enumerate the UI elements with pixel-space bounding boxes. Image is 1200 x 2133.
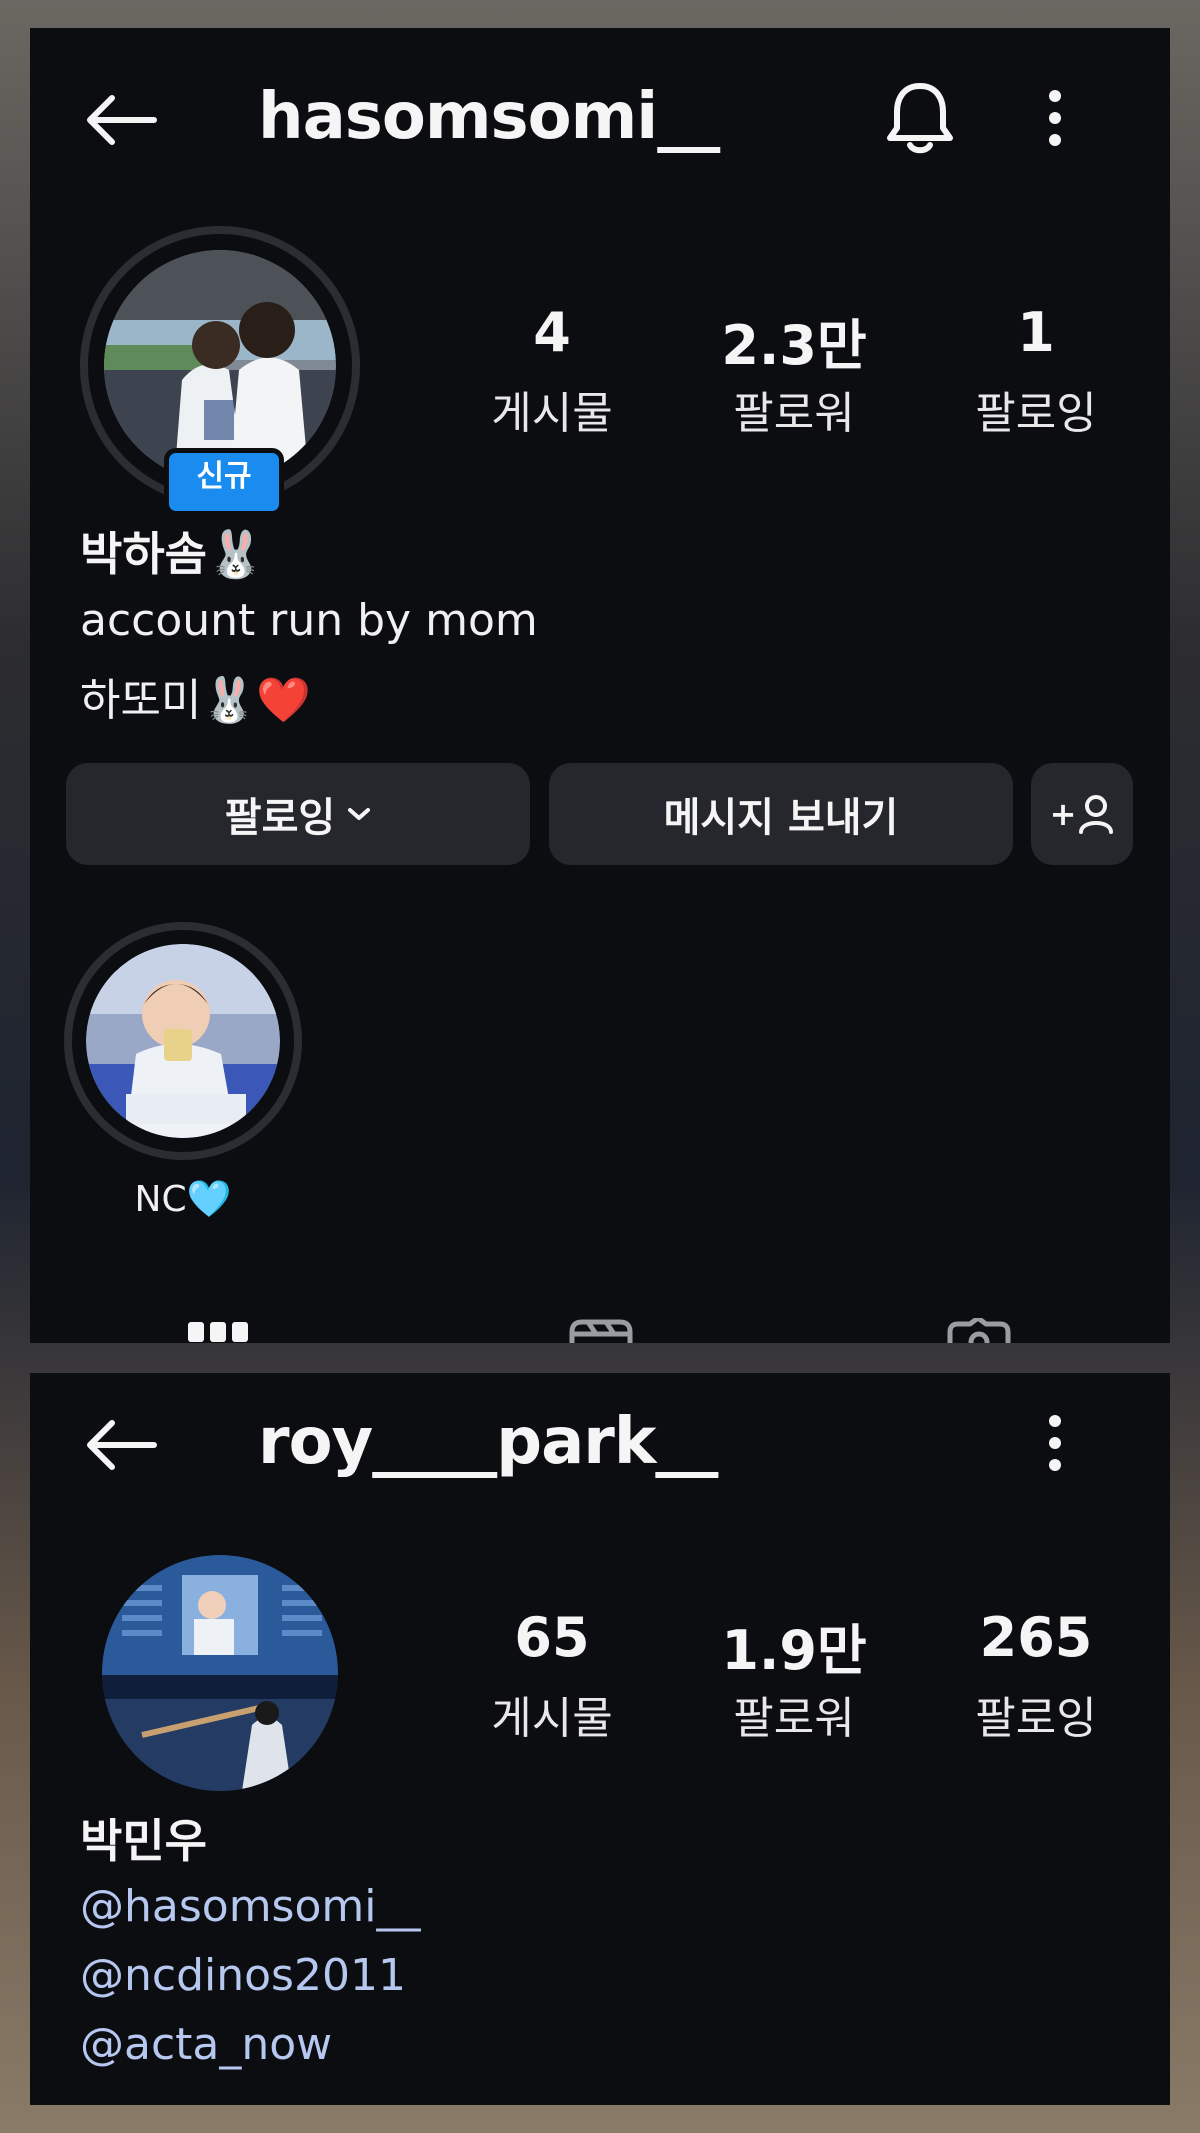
profile-username: roy____park__ <box>258 1405 718 1479</box>
following-count[interactable]: 265 <box>926 1606 1146 1669</box>
bio-line: 하또미🐰❤️ <box>80 675 312 726</box>
new-badge: 신규 <box>164 448 284 516</box>
back-arrow-icon[interactable] <box>80 1413 160 1477</box>
profile-full-name: 박민우 <box>80 1814 207 1868</box>
profile-full-name: 박하솜🐰 <box>80 527 265 581</box>
highlight-label: NC🩵 <box>134 1179 232 1220</box>
bio-mention-link[interactable]: @hasomsomi__ <box>80 1881 420 1932</box>
bio-mention-link[interactable]: @acta_now <box>80 2019 332 2070</box>
followers-label[interactable]: 팔로워 <box>684 377 904 441</box>
message-button[interactable]: 메시지 보내기 <box>549 763 1013 865</box>
posts-count[interactable]: 4 <box>442 301 662 364</box>
following-count[interactable]: 1 <box>926 301 1146 364</box>
profile-username: hasomsomi__ <box>258 80 720 154</box>
followers-count[interactable]: 1.9만 <box>684 1606 904 1685</box>
chevron-down-icon <box>348 808 371 820</box>
avatar[interactable] <box>102 1555 338 1791</box>
profile-panel-roy-park: roy____park__ 65 게시물 1.9만 팔로워 265 팔로잉 박민… <box>30 1373 1170 2105</box>
posts-label[interactable]: 게시물 <box>442 377 662 441</box>
followers-count[interactable]: 2.3만 <box>684 301 904 380</box>
posts-count[interactable]: 65 <box>442 1606 662 1669</box>
reels-icon[interactable] <box>566 1318 636 1343</box>
bio-mention-link[interactable]: @ncdinos2011 <box>80 1950 406 2001</box>
highlight-cover <box>86 944 280 1138</box>
bio-line: account run by mom <box>80 595 538 646</box>
following-label[interactable]: 팔로잉 <box>926 1682 1146 1746</box>
following-label[interactable]: 팔로잉 <box>926 377 1146 441</box>
grid-icon[interactable] <box>186 1320 250 1343</box>
more-vertical-icon[interactable] <box>1045 1413 1065 1473</box>
add-user-plus: + <box>1049 795 1077 833</box>
bell-icon[interactable] <box>883 78 957 158</box>
add-person-icon <box>1079 795 1114 834</box>
tagged-icon[interactable] <box>944 1318 1014 1343</box>
profile-panel-hasomsomi: hasomsomi__ 신규 4 게시물 2.3만 팔로워 1 팔로잉 박하솜🐰… <box>30 28 1170 1343</box>
followers-label[interactable]: 팔로워 <box>684 1682 904 1746</box>
following-button[interactable]: 팔로잉 <box>66 763 530 865</box>
following-button-label: 팔로잉 <box>224 795 336 841</box>
story-highlight[interactable] <box>64 922 302 1160</box>
back-arrow-icon[interactable] <box>80 88 160 152</box>
add-user-button[interactable]: + <box>1031 763 1133 865</box>
more-vertical-icon[interactable] <box>1045 88 1065 148</box>
posts-label[interactable]: 게시물 <box>442 1682 662 1746</box>
